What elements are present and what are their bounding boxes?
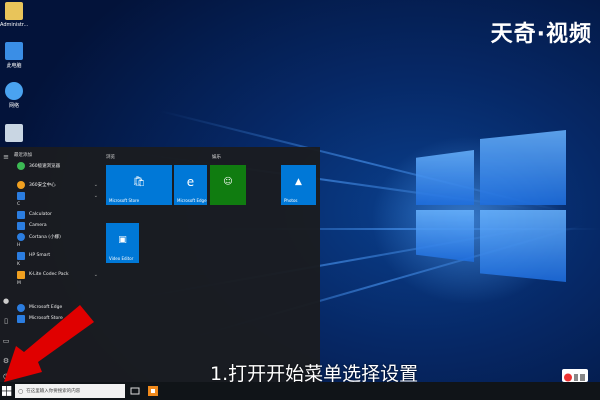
letter-header-c[interactable]: C xyxy=(14,201,102,209)
list-item[interactable]: ⌄ xyxy=(14,190,102,201)
video-editor-icon: ▣ xyxy=(118,234,127,245)
tile-group-label: 娱乐 xyxy=(212,155,221,160)
camera-icon xyxy=(17,221,25,230)
recycle-bin-icon xyxy=(5,124,23,142)
hamburger-menu-icon[interactable]: ≡ xyxy=(2,153,10,161)
list-item[interactable]: 360安全中心 ⌄ xyxy=(14,179,102,190)
tile-microsoft-store[interactable]: 🛍 Microsoft Store xyxy=(106,165,172,205)
list-item[interactable]: 360极速浏览器 xyxy=(14,160,102,171)
letter-header-h[interactable]: H xyxy=(14,242,102,250)
taskbar-search-box[interactable]: ○ 在这里输入你要搜索的内容 xyxy=(15,384,125,398)
desktop-icon-recycle-bin[interactable] xyxy=(0,124,28,144)
list-item[interactable]: K-Lite Codec Pack ⌄ xyxy=(14,269,102,280)
photos-icon: ▲ xyxy=(295,176,302,187)
app-icon xyxy=(17,270,25,279)
app-icon xyxy=(17,251,25,260)
store-bag-icon: 🛍 xyxy=(132,176,146,188)
game-characters-icon: ☺ xyxy=(223,176,233,187)
tile-area: 浏览 娱乐 🛍 Microsoft Store e Microsoft Edge… xyxy=(104,152,320,382)
list-item[interactable]: Calculator xyxy=(14,209,102,220)
taskbar-app-icon[interactable] xyxy=(148,386,158,396)
windows-logo-icon[interactable] xyxy=(2,385,12,397)
calculator-icon xyxy=(17,210,25,219)
letter-header-k[interactable]: K xyxy=(14,261,102,269)
letter-header-m[interactable]: M xyxy=(14,280,102,288)
recently-added-header: 最近添加 xyxy=(14,153,32,158)
list-item[interactable]: HP Smart xyxy=(14,250,102,261)
tile-group-label: 浏览 xyxy=(106,155,115,160)
search-placeholder: 在这里输入你要搜索的内容 xyxy=(26,389,81,394)
chevron-down-icon: ⌄ xyxy=(93,192,98,199)
tile-video-editor[interactable]: ▣ Video Editor xyxy=(106,223,139,263)
app-icon xyxy=(17,180,25,189)
computer-icon xyxy=(5,42,23,60)
edge-icon: e xyxy=(186,174,195,189)
tile-xbox-game[interactable]: ☺ xyxy=(210,165,246,205)
app-icon xyxy=(17,161,25,170)
list-item[interactable]: Cortana (小娜) xyxy=(14,231,102,242)
folder-icon xyxy=(5,2,23,20)
tray-app-badge xyxy=(562,369,588,382)
search-icon: ○ xyxy=(18,387,24,395)
desktop-icon-user-folder[interactable]: Administr... xyxy=(0,2,28,28)
desktop-icon-network[interactable]: 网络 xyxy=(0,82,28,109)
task-view-icon[interactable] xyxy=(130,386,140,396)
list-item[interactable]: Camera xyxy=(14,220,102,231)
app-icon xyxy=(17,191,25,200)
desktop-icon-this-pc[interactable]: 此电脑 xyxy=(0,42,28,69)
network-globe-icon xyxy=(5,82,23,100)
chevron-down-icon: ⌄ xyxy=(93,271,98,278)
tile-photos[interactable]: ▲ Photos xyxy=(281,165,316,205)
chevron-down-icon: ⌄ xyxy=(93,181,98,188)
video-watermark: 天奇·视频 xyxy=(490,22,592,47)
taskbar: ○ 在这里输入你要搜索的内容 xyxy=(0,382,600,400)
cortana-icon xyxy=(17,232,25,241)
red-arrow-annotation xyxy=(4,305,94,382)
tile-microsoft-edge[interactable]: e Microsoft Edge xyxy=(174,165,207,205)
